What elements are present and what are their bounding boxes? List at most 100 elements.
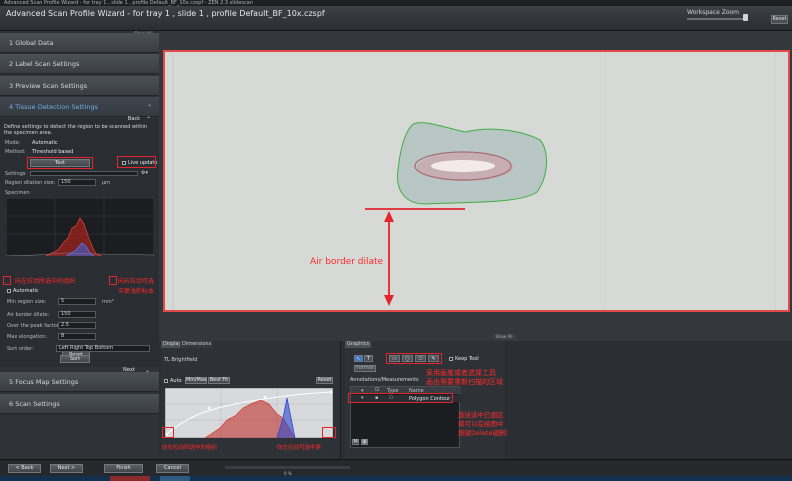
mode-value[interactable]: Automatic xyxy=(32,140,58,146)
min-region-unit: mm² xyxy=(102,299,114,305)
max-elongation-input[interactable]: 8 xyxy=(58,333,96,340)
section-preview-scan-settings[interactable]: 3 Preview Scan Settings xyxy=(0,76,159,96)
tab-graphics[interactable]: Graphics xyxy=(345,341,372,348)
section-focus-map-settings[interactable]: 5 Focus Map Settings xyxy=(0,372,159,392)
annotation-graphics-1: 采用画笔或者选择工具 xyxy=(426,369,496,377)
section-tissue-detection-settings[interactable]: 4 Tissue Detection Settings xyxy=(0,97,159,117)
wizard-title: Advanced Scan Profile Wizard - for tray … xyxy=(6,9,325,18)
air-border-input[interactable]: 150 xyxy=(58,311,96,318)
annotations-header: Annotations/Measurements xyxy=(350,377,419,383)
bottom-panel: Show All Display Dimensions TL Brightfie… xyxy=(161,334,792,459)
workspace-zoom-handle[interactable] xyxy=(743,14,748,21)
automatic-checkbox[interactable]: Automatic xyxy=(7,288,39,294)
section-label-scan-settings[interactable]: 2 Label Scan Settings xyxy=(0,54,159,74)
over-peak-label: Over the peak factor: xyxy=(7,323,61,329)
display-reset-button[interactable]: Reset xyxy=(316,377,333,384)
keep-tool-checkbox[interactable]: Keep Tool xyxy=(449,356,479,362)
automatic-label: Automatic xyxy=(13,288,39,294)
measure-button[interactable]: M xyxy=(352,439,359,445)
auto-label: Auto xyxy=(170,378,182,384)
auto-checkbox[interactable]: Auto xyxy=(164,378,182,384)
footer-finish-button[interactable]: Finish xyxy=(104,464,143,473)
mode-label: Mode: xyxy=(5,140,21,146)
region-dilation-input[interactable]: 150 xyxy=(58,179,96,186)
over-peak-input[interactable]: 2.5 xyxy=(58,322,96,329)
settings-label: Settings xyxy=(5,171,26,177)
min-region-input[interactable]: 5 xyxy=(58,298,96,305)
left-handle-highlight-box xyxy=(3,276,11,285)
chevron-up-icon[interactable]: ⌃ xyxy=(146,116,151,123)
text-icon: T xyxy=(366,356,371,362)
settings-gear-icon[interactable]: ⚙▾ xyxy=(141,170,148,176)
workspace-zoom-reset-button[interactable]: Reset xyxy=(771,15,788,24)
drawing-tools-highlight-box xyxy=(386,353,442,364)
min-region-label: Min region size: xyxy=(7,299,47,305)
keep-tool-label: Keep Tool xyxy=(455,356,479,362)
specimen-label: Specimen xyxy=(5,190,30,196)
live-update-highlight-box xyxy=(117,156,156,168)
annotation-drag-right-text-2: 中更浅的标本 xyxy=(118,288,155,295)
text-tool-button[interactable]: T xyxy=(364,355,373,362)
channel-label: TL Brightfield xyxy=(164,357,198,363)
footer-back-button[interactable]: < Back xyxy=(8,464,41,473)
annotation-polygon-3: 按键Delete键删除 xyxy=(458,429,512,437)
workspace-zoom-label: Workspace Zoom xyxy=(687,9,739,16)
region-dilation-label: Region dilation size: xyxy=(5,180,56,186)
select-tool-button[interactable]: ↖ xyxy=(354,355,363,362)
table-export-button[interactable]: ▦ xyxy=(361,439,368,445)
tab-dimensions[interactable]: Dimensions xyxy=(180,341,214,348)
method-label: Method: xyxy=(5,149,26,155)
os-taskbar xyxy=(0,476,792,481)
bestfit-button[interactable]: Best Fit xyxy=(208,377,230,384)
slide-image-viewer[interactable]: Air border dilate xyxy=(163,50,790,312)
annotation-polygon-2: 域可以在绘图中 xyxy=(458,420,504,428)
cursor-icon: ↖ xyxy=(356,356,361,362)
display-histogram[interactable] xyxy=(165,388,333,438)
region-dilation-unit: µm xyxy=(102,180,111,186)
back-button[interactable]: Back xyxy=(124,116,144,123)
format-button[interactable]: Format xyxy=(354,365,376,372)
checkbox-icon xyxy=(449,356,453,361)
section-scan-settings[interactable]: 6 Scan Settings xyxy=(0,394,159,414)
annotation-display-right: 向左拉动可选中更 xyxy=(277,445,322,451)
polygon-row-highlight-box xyxy=(348,393,453,403)
display-section: Display Dimensions TL Brightfield Auto M… xyxy=(161,341,341,459)
section-global-data[interactable]: 1 Global Data xyxy=(0,33,159,53)
workspace-zoom-slider[interactable] xyxy=(687,18,747,20)
footer-cancel-button[interactable]: Cancel xyxy=(156,464,189,473)
test-highlight-box xyxy=(27,157,93,169)
progress-bar xyxy=(225,466,350,469)
left-panel: Show All 1 Global Data 2 Label Scan Sett… xyxy=(0,31,159,459)
graphics-section: Graphics ↖ T ▭ ○ ⬠ ✎ Keep Tool Format An… xyxy=(345,341,505,459)
tissue-description: Define settings to detect the region to … xyxy=(4,124,148,136)
right-handle-highlight-box xyxy=(109,276,117,285)
sort-order-label: Sort order: xyxy=(7,346,34,352)
checkbox-icon xyxy=(7,288,11,293)
specimen-histogram[interactable] xyxy=(6,198,154,256)
settings-dropdown[interactable] xyxy=(30,171,138,176)
annotation-graphics-2: 画出需要重新扫描的区域 xyxy=(426,378,503,386)
slide-image xyxy=(172,52,776,310)
method-value[interactable]: Threshold based xyxy=(32,149,73,155)
measure-icon: M xyxy=(353,439,358,445)
annotation-display-left: 向右拉动所选中的组织 xyxy=(162,445,218,451)
bottom-show-all-toggle[interactable]: Show All xyxy=(492,334,516,340)
air-border-label: Air border dilate: xyxy=(7,312,50,318)
bottom-empty-area xyxy=(507,341,792,459)
annotation-drag-right-text-1: 向右拉动可选 xyxy=(118,278,155,285)
display-left-handle-highlight xyxy=(162,427,174,438)
sort-order-dropdown[interactable]: Left Right Top Bottom xyxy=(56,345,150,352)
max-elongation-label: Max elongation: xyxy=(7,334,48,340)
collapse-chevron-icon[interactable]: ⌃ xyxy=(147,104,152,111)
taskbar-app[interactable] xyxy=(160,476,190,481)
annotation-drag-left-text: 向左拉动所选中的组织 xyxy=(15,278,76,285)
footer-next-button[interactable]: Next > xyxy=(50,464,83,473)
table-icon: ▦ xyxy=(362,439,367,445)
display-right-handle-highlight xyxy=(322,427,336,438)
sort-button[interactable]: Sort xyxy=(60,355,90,363)
minmax-button[interactable]: Min/Max xyxy=(185,377,207,384)
taskbar-app[interactable] xyxy=(110,476,150,481)
checkbox-icon xyxy=(164,378,168,383)
tissue-detection-body: Back ⌃ Define settings to detect the reg… xyxy=(0,116,159,367)
annotation-polygon-1: 直接选中已画区 xyxy=(458,411,504,419)
